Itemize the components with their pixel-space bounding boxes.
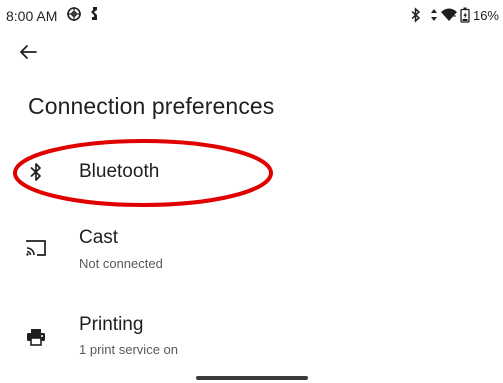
pref-item-bluetooth[interactable]: Bluetooth [0,140,503,204]
page-title: Connection preferences [28,93,275,119]
battery-icon [460,7,470,23]
status-bar: 8:00 AM 16% [0,0,503,30]
pref-item-cast[interactable]: Cast Not connected [0,218,503,282]
status-time: 8:00 AM [6,8,58,24]
navigation-handle[interactable] [196,376,308,380]
arrow-back-icon [19,44,37,65]
pref-item-summary: 1 print service on [79,342,178,357]
back-button[interactable] [10,36,46,72]
settings-gear-icon [66,6,82,22]
pref-item-printing[interactable]: Printing 1 print service on [0,305,503,367]
data-arrows-icon [430,7,438,23]
bluetooth-icon [410,7,422,23]
pref-item-title: Printing [79,314,144,335]
notification-person-icon [88,6,104,22]
pref-item-summary: Not connected [79,256,163,271]
bluetooth-icon [24,160,48,184]
cast-icon [24,236,48,260]
battery-percentage: 16% [472,7,499,23]
printer-icon [24,325,48,349]
pref-item-title: Cast [79,227,119,248]
status-right-icons: 16% [410,6,499,24]
wifi-icon [440,7,458,23]
pref-item-title: Bluetooth [79,161,160,182]
settings-screen: 8:00 AM 16% Connection preferences Bluet… [0,0,503,383]
